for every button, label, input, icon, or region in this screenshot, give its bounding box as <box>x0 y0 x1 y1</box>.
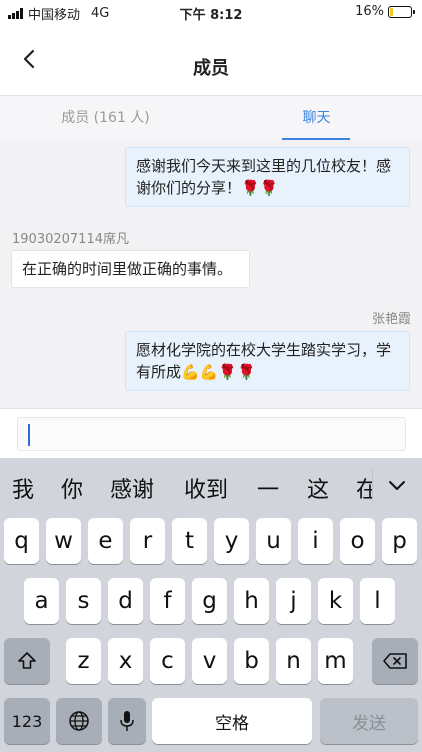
candidate-item[interactable]: 感谢 <box>110 472 154 504</box>
tab-members[interactable]: 成员 (161 人) <box>0 96 211 140</box>
battery-percent: 16% <box>355 4 384 19</box>
nav-bar: 成员 <box>0 24 422 96</box>
key-f[interactable]: f <box>150 578 185 624</box>
key-e[interactable]: e <box>88 518 123 564</box>
message-input[interactable] <box>17 417 406 451</box>
candidate-bar: 我 你 感谢 收到 一 这 在 <box>0 458 422 514</box>
key-i[interactable]: i <box>298 518 333 564</box>
chevron-down-icon <box>389 481 405 490</box>
candidate-item[interactable]: 一 <box>257 472 279 504</box>
key-a[interactable]: a <box>24 578 59 624</box>
key-c[interactable]: c <box>150 638 185 684</box>
battery-icon <box>388 5 415 18</box>
microphone-key[interactable] <box>108 698 146 744</box>
page-title: 成员 <box>193 58 229 79</box>
key-r[interactable]: r <box>130 518 165 564</box>
key-j[interactable]: j <box>276 578 311 624</box>
status-right: 16% <box>355 4 415 19</box>
message-text: 谢你们的分享！🌹🌹 <box>136 179 279 197</box>
key-g[interactable]: g <box>192 578 227 624</box>
key-o[interactable]: o <box>340 518 375 564</box>
tab-members-label: 成员 (161 人) <box>61 110 150 126</box>
key-s[interactable]: s <box>66 578 101 624</box>
battery-fill <box>390 7 394 16</box>
key-m[interactable]: m <box>318 638 353 684</box>
sender-name: 19030207114席凡 <box>12 232 129 247</box>
key-d[interactable]: d <box>108 578 143 624</box>
key-z[interactable]: z <box>66 638 101 684</box>
key-v[interactable]: v <box>192 638 227 684</box>
backspace-icon <box>383 653 407 669</box>
candidate-divider <box>372 468 373 502</box>
sender-name: 张艳霞 <box>371 312 411 327</box>
backspace-key[interactable] <box>372 638 418 684</box>
key-h[interactable]: h <box>234 578 269 624</box>
status-bar: 中国移动 4G 下午 8:12 16% <box>0 0 422 24</box>
key-u[interactable]: u <box>256 518 291 564</box>
key-t[interactable]: t <box>172 518 207 564</box>
globe-icon <box>69 711 89 731</box>
key-y[interactable]: y <box>214 518 249 564</box>
candidate-item[interactable]: 我 <box>12 472 34 504</box>
shift-icon <box>18 652 36 669</box>
microphone-icon <box>120 711 134 731</box>
expand-candidates-button[interactable] <box>385 474 409 498</box>
input-bar <box>0 408 422 458</box>
candidate-item[interactable]: 你 <box>61 472 83 504</box>
message-bubble[interactable]: 在正确的时间里做正确的事情。 <box>11 250 250 288</box>
numbers-key[interactable]: 123 <box>4 698 50 744</box>
message-text: 感谢我们今天来到这里的几位校友！感 <box>136 157 392 175</box>
candidate-item[interactable]: 在 <box>356 472 372 504</box>
message-text: 愿材化学院的在校大学生踏实学习，学 <box>136 341 392 359</box>
message-text: 在正确的时间里做正确的事情。 <box>22 260 233 278</box>
tab-chat-label: 聊天 <box>302 110 331 126</box>
send-key[interactable]: 发送 <box>320 698 418 744</box>
message-bubble[interactable]: 愿材化学院的在校大学生踏实学习，学 有所成💪💪🌹🌹 <box>125 331 410 391</box>
chat-area[interactable]: 感谢我们今天来到这里的几位校友！感 谢你们的分享！🌹🌹 19030207114席… <box>0 140 422 408</box>
tab-chat[interactable]: 聊天 <box>211 96 422 140</box>
shift-key[interactable] <box>4 638 50 684</box>
key-w[interactable]: w <box>46 518 81 564</box>
key-l[interactable]: l <box>360 578 395 624</box>
key-q[interactable]: q <box>4 518 39 564</box>
message-bubble[interactable]: 感谢我们今天来到这里的几位校友！感 谢你们的分享！🌹🌹 <box>125 147 410 207</box>
key-p[interactable]: p <box>382 518 417 564</box>
key-k[interactable]: k <box>318 578 353 624</box>
message-text: 有所成💪💪🌹🌹 <box>136 363 256 381</box>
globe-key[interactable] <box>56 698 102 744</box>
key-b[interactable]: b <box>234 638 269 684</box>
key-x[interactable]: x <box>108 638 143 684</box>
text-cursor <box>28 424 30 446</box>
tab-bar: 成员 (161 人) 聊天 <box>0 96 422 140</box>
candidate-item[interactable]: 这 <box>307 472 329 504</box>
key-n[interactable]: n <box>276 638 311 684</box>
space-key[interactable]: 空格 <box>152 698 312 744</box>
keyboard: 我 你 感谢 收到 一 这 在 q w e r t y u i o p a s … <box>0 458 422 752</box>
candidate-item[interactable]: 收到 <box>184 472 228 504</box>
